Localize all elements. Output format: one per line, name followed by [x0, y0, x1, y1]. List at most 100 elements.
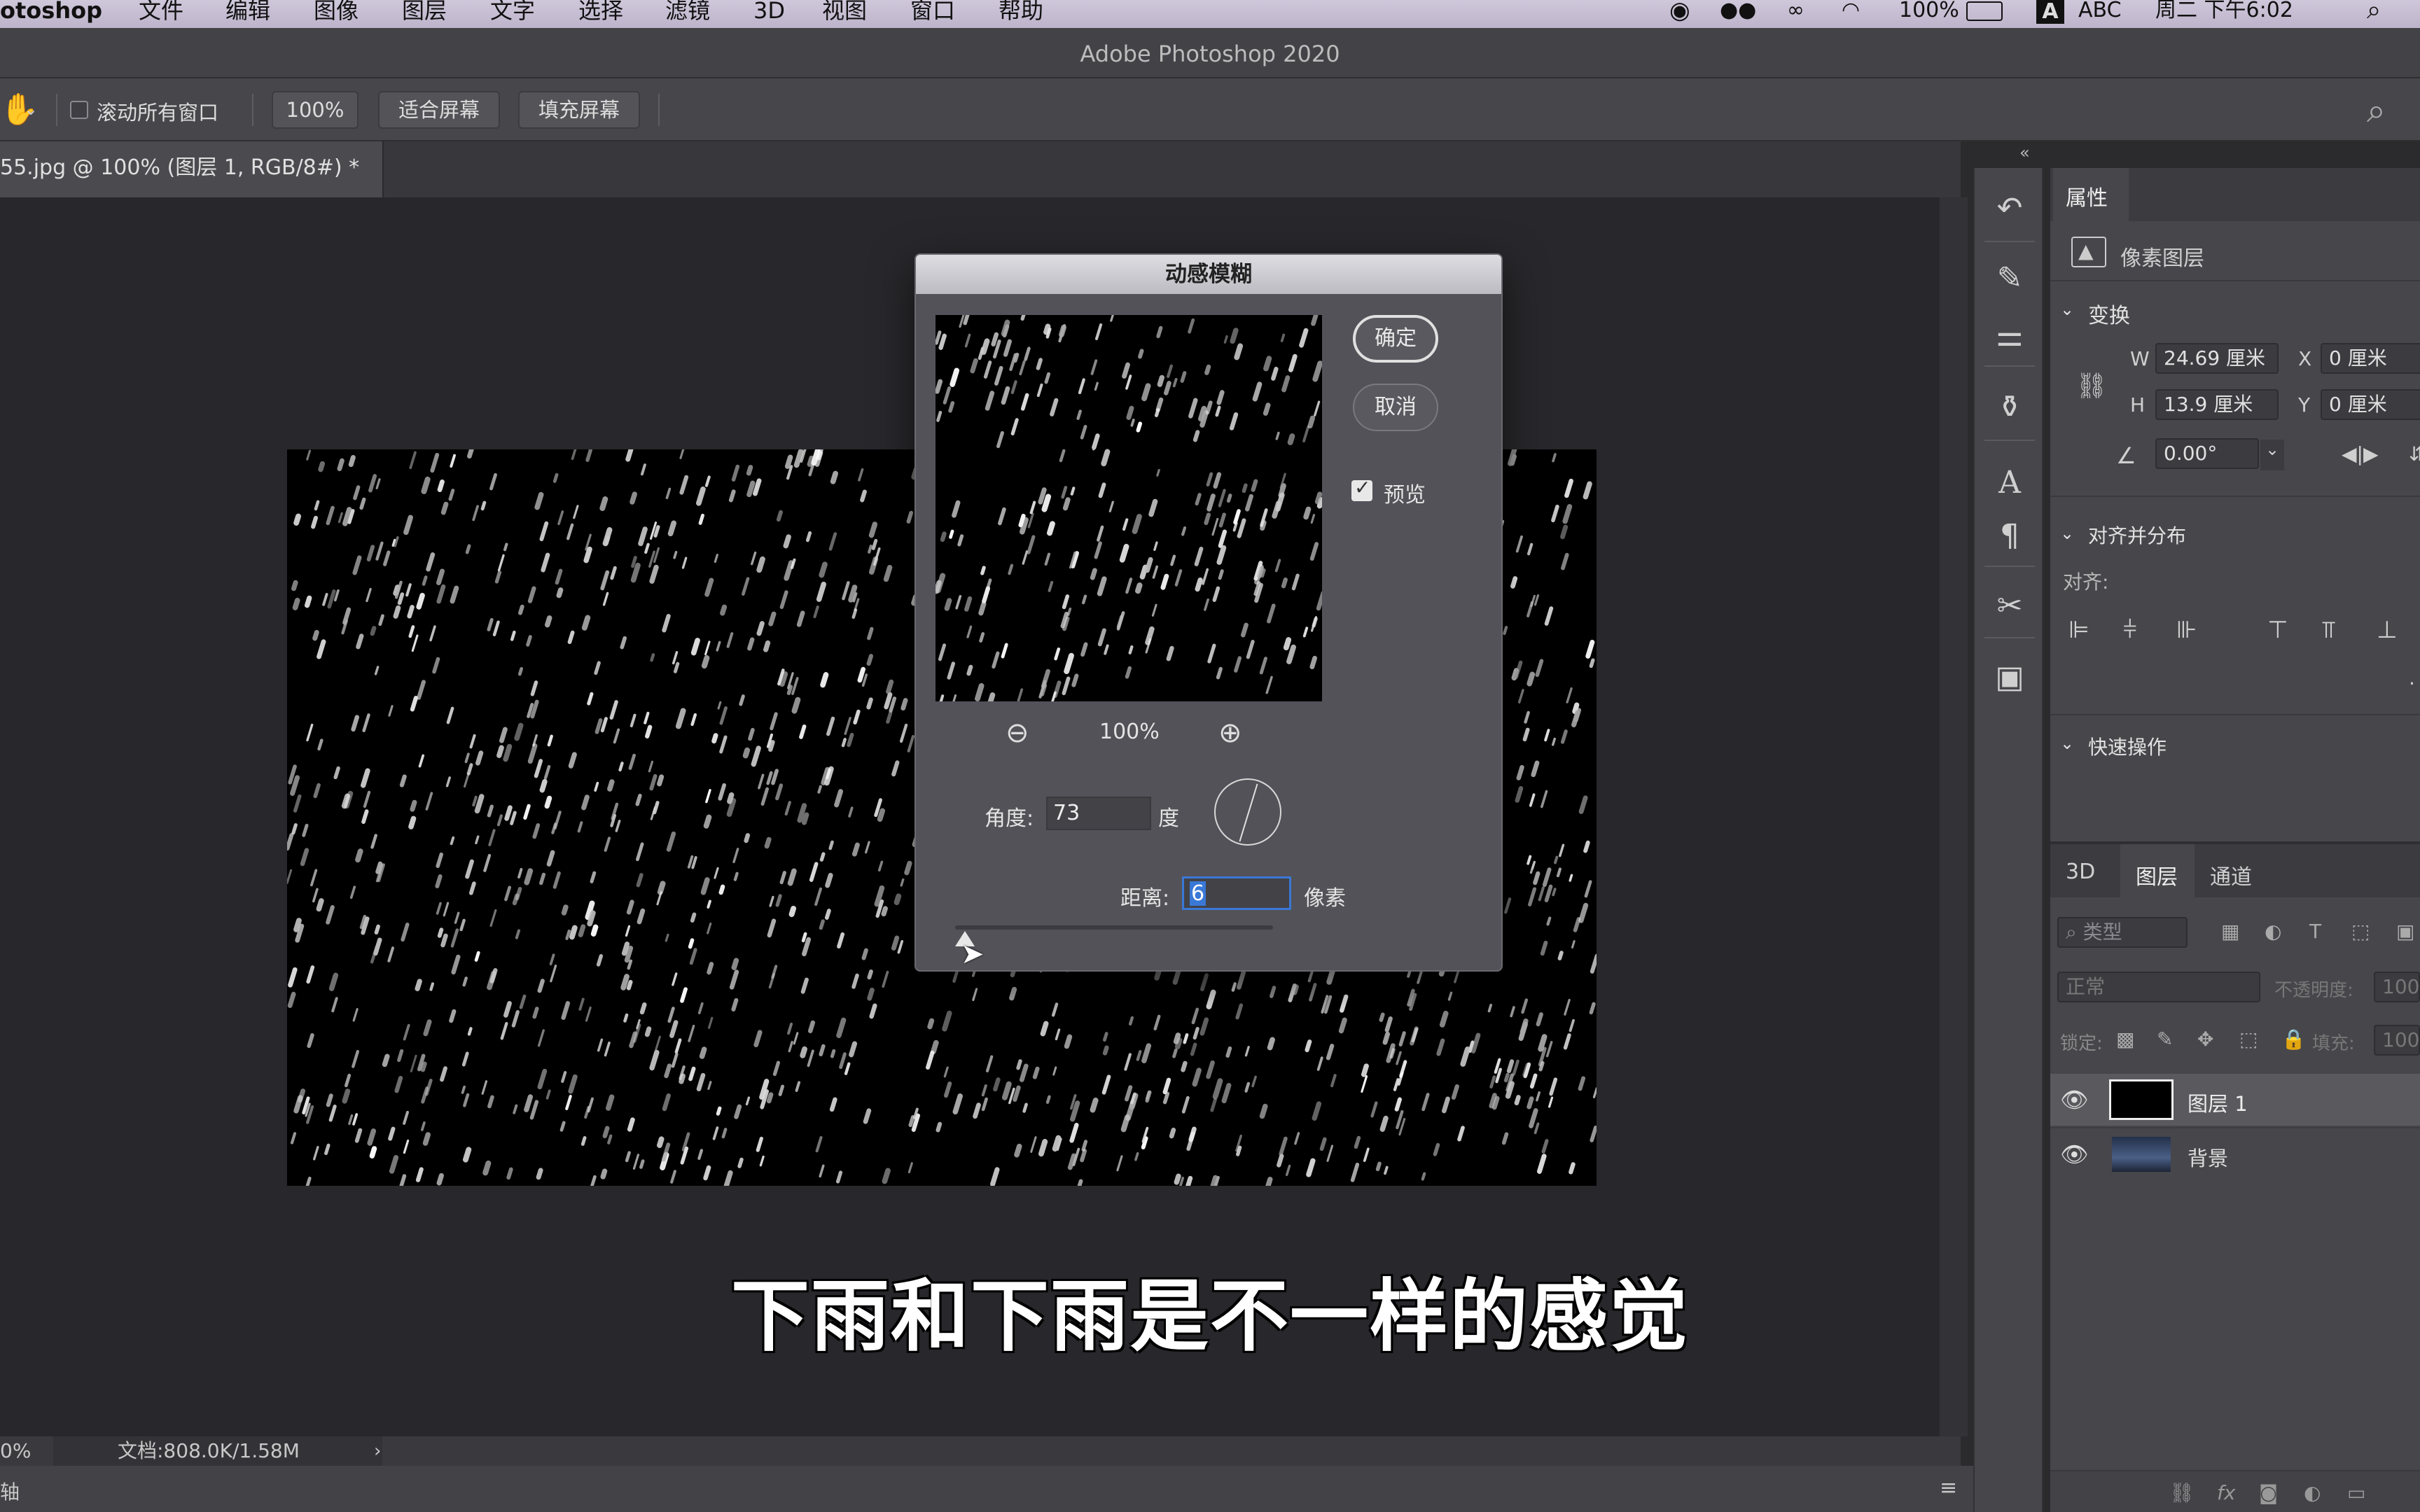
distance-slider-track[interactable]	[955, 925, 1273, 930]
flip-horizontal-icon[interactable]: ◀|▶	[2342, 442, 2379, 465]
tab-layers[interactable]: 图层	[2136, 860, 2178, 890]
menu-select[interactable]: 选择	[578, 0, 623, 22]
align-chevron-down-icon[interactable]: ⌄	[2060, 524, 2074, 543]
menu-app-name[interactable]: otoshop	[0, 0, 102, 22]
quick-actions-chevron-down-icon[interactable]: ⌄	[2060, 734, 2074, 753]
width-input[interactable]: 24.69 厘米	[2155, 343, 2279, 374]
layer-name[interactable]: 图层 1	[2188, 1088, 2248, 1117]
filter-adjustment-icon[interactable]: ◐	[2265, 920, 2281, 943]
properties-tab[interactable]: 属性	[2053, 168, 2129, 221]
x-input[interactable]: 0 厘米	[2321, 343, 2420, 374]
filter-pixel-icon[interactable]: ▦	[2221, 920, 2239, 943]
visibility-eye-icon[interactable]: 👁	[2060, 1141, 2089, 1168]
lock-artboard-icon[interactable]: ⬚	[2239, 1028, 2258, 1051]
distance-input[interactable]: 6	[1182, 876, 1291, 910]
preview-checkbox[interactable]: ✓	[1351, 476, 1372, 501]
libraries-icon[interactable]: ▣	[1991, 659, 2028, 696]
clone-source-icon[interactable]: ⚱	[1991, 389, 2028, 426]
lock-pixels-icon[interactable]: ✎	[2157, 1028, 2173, 1051]
scroll-all-windows-checkbox[interactable]	[70, 101, 88, 119]
filter-smart-object-icon[interactable]: ▣	[2396, 920, 2414, 943]
cancel-button[interactable]: 取消	[1353, 384, 1438, 431]
blend-mode-select[interactable]: 正常	[2057, 972, 2260, 1002]
adjustments-icon[interactable]: ⚌	[1991, 318, 2028, 354]
flip-vertical-icon[interactable]: ⇵	[2409, 442, 2420, 465]
angle-input[interactable]: 73	[1046, 797, 1151, 830]
fill-screen-button[interactable]: 填充屏幕	[518, 91, 640, 129]
collapse-panels-icon[interactable]: «	[2019, 143, 2030, 162]
brush-settings-icon[interactable]: ✎	[1991, 260, 2028, 297]
input-method-icon[interactable]: A	[2036, 0, 2064, 24]
y-input[interactable]: 0 厘米	[2321, 389, 2420, 420]
layer-row[interactable]: 👁 图层 1	[2050, 1074, 2420, 1126]
visibility-eye-icon[interactable]: 👁	[2060, 1086, 2089, 1113]
align-right-icon[interactable]: ⊪	[2176, 616, 2197, 644]
fill-input[interactable]: 100	[2374, 1025, 2420, 1056]
more-options-icon[interactable]: ·	[2409, 672, 2415, 695]
layer-name[interactable]: 背景	[2188, 1142, 2228, 1172]
adjustment-layer-icon[interactable]: ◐	[2304, 1481, 2321, 1504]
zoom-in-icon[interactable]: ⊕	[1218, 717, 1242, 749]
vertical-scrollbar[interactable]	[1940, 197, 1968, 1436]
angle-dial[interactable]	[1214, 778, 1281, 846]
quick-actions-header[interactable]: 快速操作	[2088, 732, 2167, 760]
tool-preset-chevron-down-icon[interactable]: ⌄	[24, 99, 38, 119]
tools-preset-icon[interactable]: ✂	[1991, 588, 2028, 624]
wechat-icon[interactable]: ●●	[1720, 0, 1756, 22]
zoom-out-icon[interactable]: ⊖	[1006, 717, 1029, 749]
align-left-icon[interactable]: ⊫	[2068, 616, 2089, 644]
battery-icon[interactable]	[1966, 1, 2003, 21]
opacity-input[interactable]: 100	[2374, 972, 2420, 1002]
layer-filter-field[interactable]: ⌕ 类型	[2057, 917, 2188, 948]
menu-filter[interactable]: 滤镜	[665, 0, 710, 22]
lock-transparent-icon[interactable]: ▩	[2116, 1028, 2134, 1051]
menu-edit[interactable]: 编辑	[225, 0, 270, 22]
paragraph-icon[interactable]: ¶	[1991, 518, 2028, 554]
menu-type[interactable]: 文字	[490, 0, 535, 22]
search-icon[interactable]: ⌕	[2367, 91, 2386, 131]
menu-image[interactable]: 图像	[314, 0, 359, 22]
tab-channels[interactable]: 通道	[2210, 860, 2252, 890]
menu-3d[interactable]: 3D	[753, 0, 785, 22]
layer-style-icon[interactable]: fx	[2217, 1481, 2235, 1504]
filter-type-icon[interactable]: T	[2309, 920, 2321, 943]
menu-help[interactable]: 帮助	[999, 0, 1043, 22]
zoom-100-button[interactable]: 100%	[272, 91, 359, 129]
align-header[interactable]: 对齐并分布	[2088, 521, 2186, 549]
menu-file[interactable]: 文件	[139, 0, 183, 22]
filter-preview[interactable]	[936, 315, 1322, 701]
link-layers-icon[interactable]: ⛓	[2169, 1481, 2195, 1504]
add-mask-icon[interactable]: ◙	[2259, 1481, 2278, 1504]
transform-chevron-down-icon[interactable]: ⌄	[2060, 300, 2074, 319]
input-source-label[interactable]: ABC	[2078, 0, 2122, 22]
document-tab[interactable]: 55.jpg @ 100% (图层 1, RGB/8#) *	[0, 141, 384, 197]
history-icon[interactable]: ↶	[1991, 190, 2028, 227]
rotation-chevron-down-icon[interactable]: ⌄	[2260, 440, 2284, 470]
filter-shape-icon[interactable]: ⬚	[2351, 920, 2370, 943]
fit-screen-button[interactable]: 适合屏幕	[378, 91, 500, 129]
menu-view[interactable]: 视图	[822, 0, 867, 22]
dialog-title[interactable]: 动感模糊	[916, 255, 1501, 294]
wifi-icon[interactable]: ◠	[1842, 0, 1860, 22]
clock[interactable]: 周二 下午6:02	[2155, 0, 2293, 22]
layer-row[interactable]: 👁 背景	[2050, 1127, 2420, 1179]
character-icon[interactable]: A	[1991, 465, 2028, 501]
lock-all-icon[interactable]: 🔒	[2281, 1028, 2306, 1051]
panel-menu-icon[interactable]: ≡	[1940, 1476, 1957, 1500]
align-top-icon[interactable]: ⊤	[2267, 616, 2288, 644]
record-icon[interactable]: ◉	[1669, 0, 1690, 22]
menu-layer[interactable]: 图层	[402, 0, 447, 22]
tab-3d[interactable]: 3D	[2066, 860, 2095, 884]
transform-header[interactable]: 变换	[2088, 298, 2130, 329]
height-input[interactable]: 13.9 厘米	[2155, 389, 2279, 420]
new-group-icon[interactable]: ▭	[2347, 1481, 2365, 1504]
ok-button[interactable]: 确定	[1353, 315, 1438, 363]
align-center-h-icon[interactable]: ⫩	[2123, 616, 2137, 644]
rotation-input[interactable]: 0.00°	[2155, 438, 2259, 469]
status-zoom[interactable]: 0%	[0, 1436, 31, 1466]
spotlight-search-icon[interactable]: ⌕	[2367, 0, 2381, 23]
align-middle-v-icon[interactable]: ⫪	[2322, 616, 2335, 644]
status-chevron-right-icon[interactable]: ›	[374, 1436, 381, 1466]
menu-window[interactable]: 窗口	[910, 0, 955, 22]
link-icon[interactable]: ⛓	[2075, 371, 2108, 400]
